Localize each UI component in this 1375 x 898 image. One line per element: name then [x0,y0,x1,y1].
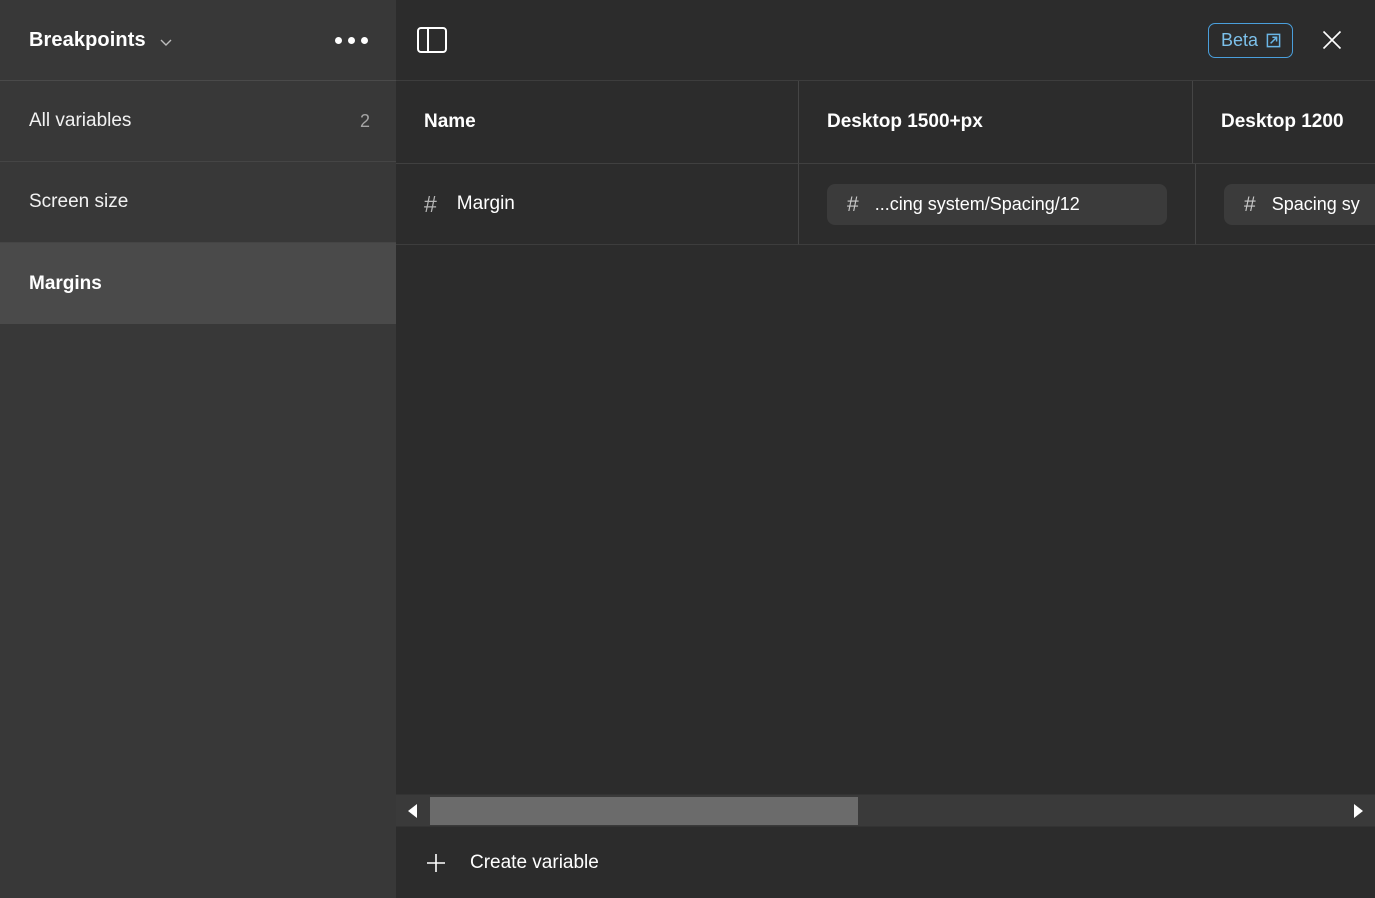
close-icon[interactable] [1315,23,1349,57]
column-header-desktop-1200[interactable]: Desktop 1200 [1193,81,1375,164]
alias-token-label: ...cing system/Spacing/12 [874,193,1080,214]
create-variable-label: Create variable [470,851,599,873]
alias-token-chip[interactable]: # Spacing sy [1224,183,1375,225]
chevron-down-icon[interactable] [157,33,175,51]
dot [361,36,368,44]
main-header: Beta [396,0,1375,81]
variable-count: 2 [359,110,370,131]
variable-name-cell[interactable]: # Margin [396,164,799,245]
plus-icon [424,851,448,875]
variable-name: Margin [456,193,515,214]
variables-table-area: Name Desktop 1500+px Desktop 1200 # Marg… [396,81,1375,826]
sidebar-toggle-icon[interactable] [417,27,447,53]
table-row[interactable]: # Margin # ...cing system/Spacing/12 # S… [396,164,1375,245]
create-variable-button[interactable]: Create variable [424,851,599,875]
sidebar-item-margins[interactable]: Margins [0,243,396,324]
hash-icon: # [424,190,437,217]
alias-token-chip[interactable]: # ...cing system/Spacing/12 [827,183,1167,225]
column-header-label: Desktop 1200 [1221,111,1344,132]
sidebar-header: Breakpoints [0,0,396,81]
scrollbar-track[interactable] [430,794,1341,826]
sidebar-item-label: All variables [29,110,132,131]
column-header-label: Name [424,111,476,132]
horizontal-scrollbar[interactable] [396,794,1375,826]
hash-icon: # [1244,192,1256,216]
sidebar-item-label: Screen size [29,191,129,212]
sidebar-item-all-variables[interactable]: All variables 2 [0,81,396,162]
sidebar-item-screen-size[interactable]: Screen size [0,162,396,243]
beta-label: Beta [1220,29,1258,50]
hash-icon: # [847,192,859,216]
collection-title: Breakpoints [29,28,146,51]
scroll-right-arrow-icon[interactable] [1341,795,1375,827]
more-options-icon[interactable] [333,31,370,50]
variables-main-panel: Beta Name Desktop 1500+px Desktop 1200 #… [396,0,1375,898]
column-header-name[interactable]: Name [396,81,799,164]
scrollbar-thumb[interactable] [430,796,858,825]
table-footer: Create variable [396,826,1375,898]
table-header-row: Name Desktop 1500+px Desktop 1200 [396,81,1375,164]
column-header-label: Desktop 1500+px [827,111,983,132]
dot [335,36,342,44]
variable-value-cell-desktop-1500[interactable]: # ...cing system/Spacing/12 [799,164,1196,245]
dot [348,36,355,44]
column-header-desktop-1500[interactable]: Desktop 1500+px [799,81,1193,164]
beta-badge[interactable]: Beta [1207,22,1293,58]
alias-token-label: Spacing sy [1271,193,1360,214]
sidebar-item-label: Margins [29,272,102,294]
variables-table: Name Desktop 1500+px Desktop 1200 # Marg… [396,81,1375,245]
variables-sidebar: Breakpoints All variables 2 Screen size … [0,0,396,898]
external-link-icon [1265,32,1282,49]
variable-value-cell-desktop-1200[interactable]: # Spacing sy [1196,164,1375,245]
variables-panel: Breakpoints All variables 2 Screen size … [0,0,1375,898]
scroll-left-arrow-icon[interactable] [396,795,430,827]
